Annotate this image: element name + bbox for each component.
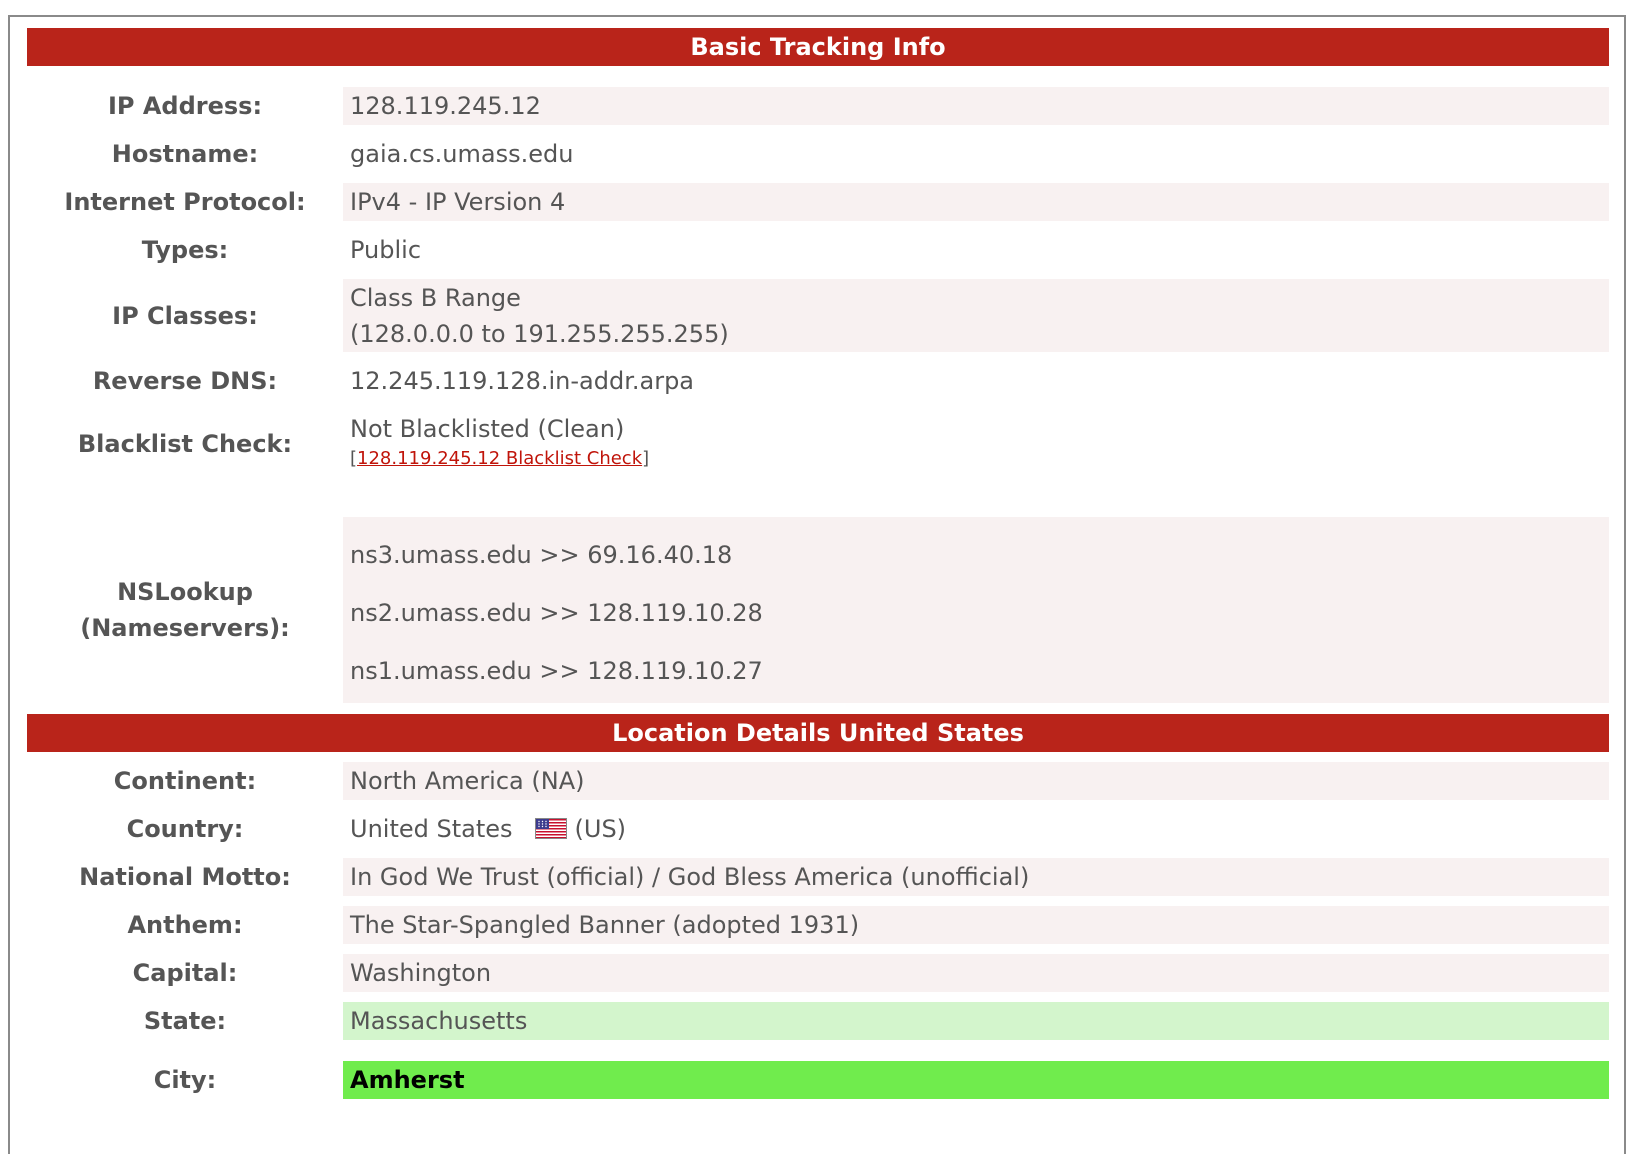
nslookup-label-line2: (Nameservers):	[80, 614, 290, 642]
national-motto-value: In God We Trust (official) / God Bless A…	[343, 858, 1609, 896]
ip-class-range-span: (128.0.0.0 to 191.255.255.255)	[350, 320, 729, 348]
state-label: State:	[143, 1007, 227, 1035]
types-label: Types:	[141, 236, 229, 264]
us-flag-icon	[534, 817, 567, 839]
continent-value: North America (NA)	[343, 762, 1609, 800]
reverse-dns-label: Reverse DNS:	[92, 367, 278, 395]
national-motto-label: National Motto:	[79, 863, 291, 891]
ip-address-value: 128.119.245.12	[343, 87, 1609, 125]
city-value: Amherst	[343, 1061, 1609, 1099]
ip-classes-value: Class B Range (128.0.0.0 to 191.255.255.…	[343, 279, 1609, 352]
blacklist-status: Not Blacklisted (Clean)	[350, 415, 625, 443]
country-value: United States (US)	[343, 810, 1609, 848]
blacklist-check-link[interactable]: 128.119.245.12 Blacklist Check	[357, 448, 642, 469]
nslookup-label: NSLookup (Nameservers):	[27, 574, 343, 646]
nslookup-label-line1: NSLookup	[117, 578, 253, 606]
internet-protocol-value: IPv4 - IP Version 4	[343, 183, 1609, 221]
anthem-label: Anthem:	[127, 911, 243, 939]
types-value: Public	[350, 236, 422, 264]
nameserver-item: ns1.umass.edu >> 128.119.10.27	[350, 657, 763, 685]
ip-classes-label: IP Classes:	[112, 302, 258, 330]
capital-label: Capital:	[132, 959, 238, 987]
nameserver-item: ns2.umass.edu >> 128.119.10.28	[350, 599, 763, 627]
ip-address-label: IP Address:	[107, 92, 263, 120]
blacklist-link-wrapper: [128.119.245.12 Blacklist Check]	[350, 448, 1609, 470]
hostname-value: gaia.cs.umass.edu	[350, 140, 574, 168]
bracket-open: [	[350, 448, 358, 469]
reverse-dns-value: 12.245.119.128.in-addr.arpa	[350, 367, 695, 395]
nslookup-value: ns3.umass.edu >> 69.16.40.18 ns2.umass.e…	[343, 517, 1609, 703]
nameserver-item: ns3.umass.edu >> 69.16.40.18	[350, 541, 733, 569]
ip-class-range: Class B Range	[350, 284, 521, 312]
country-name: United States	[350, 815, 513, 843]
capital-value: Washington	[343, 954, 1609, 992]
blacklist-check-label: Blacklist Check:	[77, 430, 293, 458]
internet-protocol-label: Internet Protocol:	[64, 188, 306, 216]
continent-label: Continent:	[113, 767, 257, 795]
country-code: (US)	[574, 815, 627, 843]
location-details-header: Location Details United States	[27, 714, 1609, 752]
anthem-value: The Star-Spangled Banner (adopted 1931)	[343, 906, 1609, 944]
hostname-label: Hostname:	[111, 140, 259, 168]
basic-tracking-header: Basic Tracking Info	[27, 28, 1609, 66]
state-value: Massachusetts	[343, 1002, 1609, 1040]
bracket-close: ]	[642, 448, 650, 469]
city-label: City:	[153, 1066, 217, 1094]
country-label: Country:	[126, 815, 244, 843]
blacklist-check-value: Not Blacklisted (Clean) [128.119.245.12 …	[343, 410, 1609, 510]
